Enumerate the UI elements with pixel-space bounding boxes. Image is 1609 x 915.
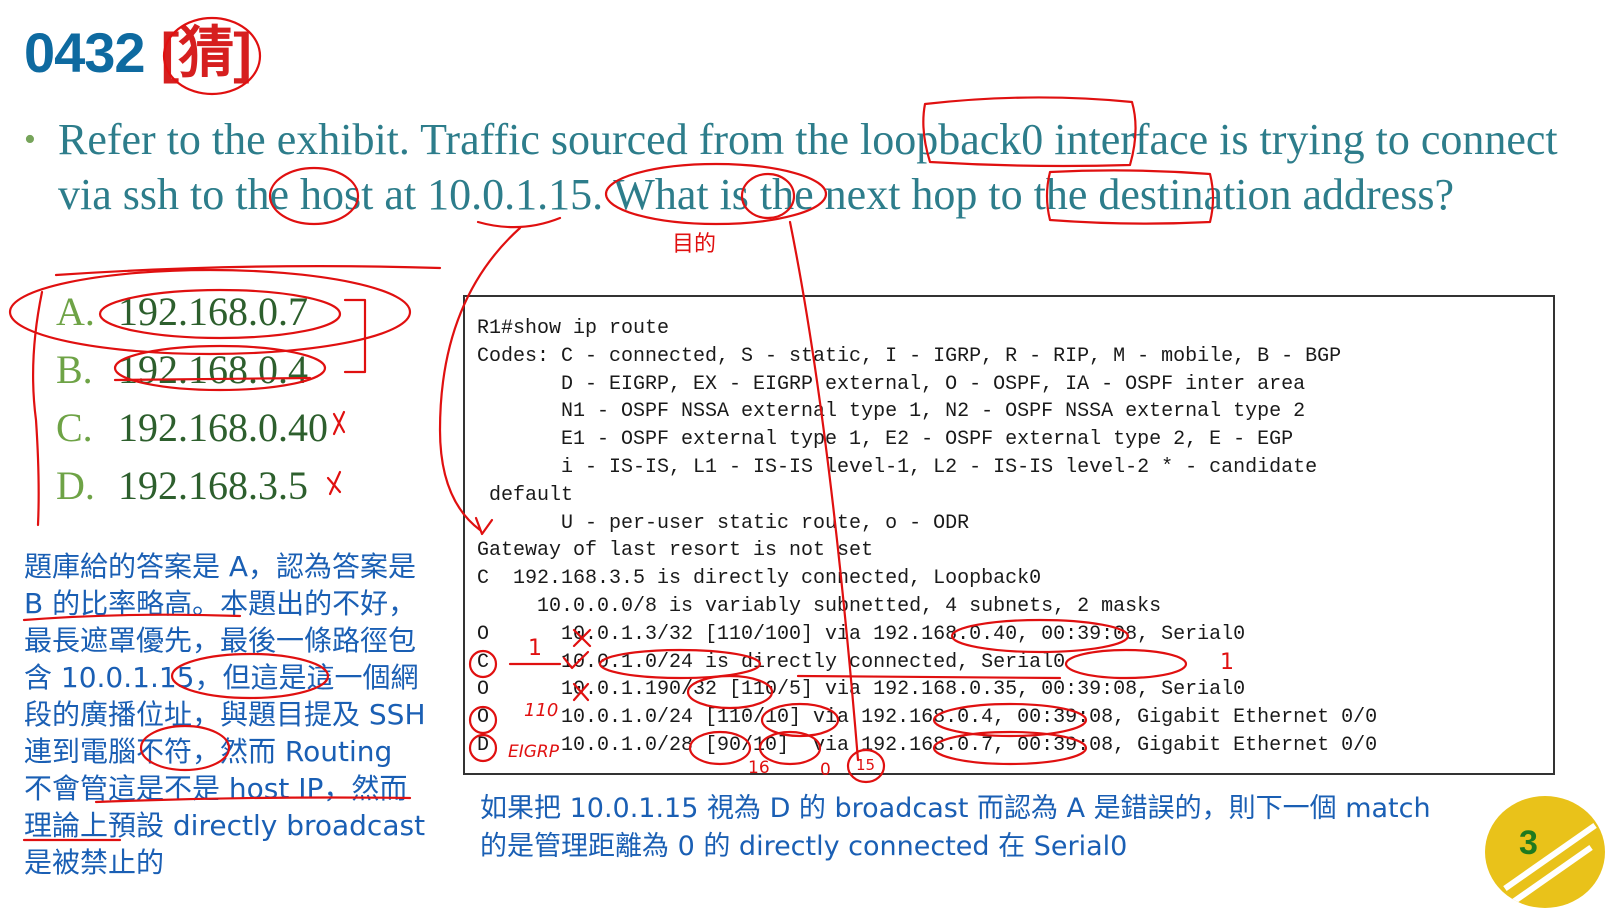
option-d[interactable]: D. 192.168.3.5 [56,462,328,520]
option-letter: D. [56,463,95,508]
slide-title: 0432 [猜] [24,18,252,88]
route-table-output: R1#show ip route Codes: C - connected, S … [465,297,1553,760]
question-text: Refer to the exhibit. Traffic sourced fr… [58,115,1558,219]
ink-underline-destination [54,265,442,277]
route-table-exhibit: R1#show ip route Codes: C - connected, S … [463,295,1555,775]
guess-tag: [猜] [160,21,252,84]
route-line: C 192.168.3.5 is directly connected, Loo… [477,567,1042,591]
ink-x-option-c [332,410,346,436]
annotation-1b: 1 [1220,650,1234,675]
option-value: 192.168.0.40 [118,405,328,450]
question-number: 0432 [24,21,146,84]
option-c[interactable]: C. 192.168.0.40 [56,404,328,462]
route-line: i - IS-IS, L1 - IS-IS level-1, L2 - IS-I… [477,455,1318,479]
route-line: D 10.0.1.0/28 [90/10] via 192.168.0.7, 0… [477,733,1378,757]
route-line: R1#show ip route [477,317,670,340]
annotation-16: 16 [748,758,770,778]
annotation-target: 目的 [672,232,717,257]
route-line: C 10.0.1.0/24 is directly connected, Ser… [477,650,1066,674]
question-block: • Refer to the exhibit. Traffic sourced … [24,112,1584,222]
route-line: E1 - OSPF external type 1, E2 - OSPF ext… [477,428,1294,452]
bullet-icon: • [24,121,36,158]
answer-options: A. 192.168.0.7 B. 192.168.0.4 C. 192.168.0.… [56,288,328,520]
option-value: 192.168.0.4 [118,347,308,392]
route-line: Gateway of last resort is not set [477,539,874,563]
option-value: 192.168.3.5 [118,463,308,508]
option-value: 192.168.0.7 [118,289,308,334]
annotation-0: 0 [820,760,831,780]
ink-bracket-ab [343,298,367,374]
option-letter: B. [56,347,93,392]
route-line: U - per-user static route, o - ODR [477,511,970,535]
annotation-1a: 1 [528,636,542,661]
annotation-110: 110 [524,700,559,721]
route-line: D - EIGRP, EX - EIGRP external, O - OSPF… [477,372,1306,396]
route-line: O 10.0.1.190/32 [110/5] via 192.168.0.35… [477,678,1246,702]
ink-left-brace [32,290,44,527]
annotation-eigrp: EIGRP [508,742,559,762]
badge-stripe [1499,844,1593,908]
route-line: O 10.0.1.0/24 [110/10] via 192.168.0.4, … [477,706,1378,730]
badge-stripe [1503,822,1597,892]
route-line: O 10.0.1.3/32 [110/100] via 192.168.0.40… [477,622,1246,646]
ink-x-option-d [326,470,342,496]
option-letter: C. [56,405,93,450]
option-a[interactable]: A. 192.168.0.7 [56,288,328,346]
route-line: Codes: C - connected, S - static, I - IG… [477,344,1342,368]
option-letter: A. [56,289,95,334]
route-line: default [477,483,574,507]
answer-note: 如果把 10.0.1.15 視為 D 的 broadcast 而認為 A 是錯誤… [480,793,1431,862]
page-number-badge: 3 [1485,796,1605,908]
page-number: 3 [1519,824,1538,862]
route-line: 10.0.0.0/8 is variably subnetted, 4 subn… [477,594,1162,618]
option-b[interactable]: B. 192.168.0.4 [56,346,328,404]
explanation-note: 題庫給的答案是 A，認為答案是 B 的比率略高。本題出的不好，最長遮罩優先，最後… [24,550,426,879]
route-line: N1 - OSPF NSSA external type 1, N2 - OSP… [477,400,1306,424]
annotation-15: 15 [856,756,876,774]
